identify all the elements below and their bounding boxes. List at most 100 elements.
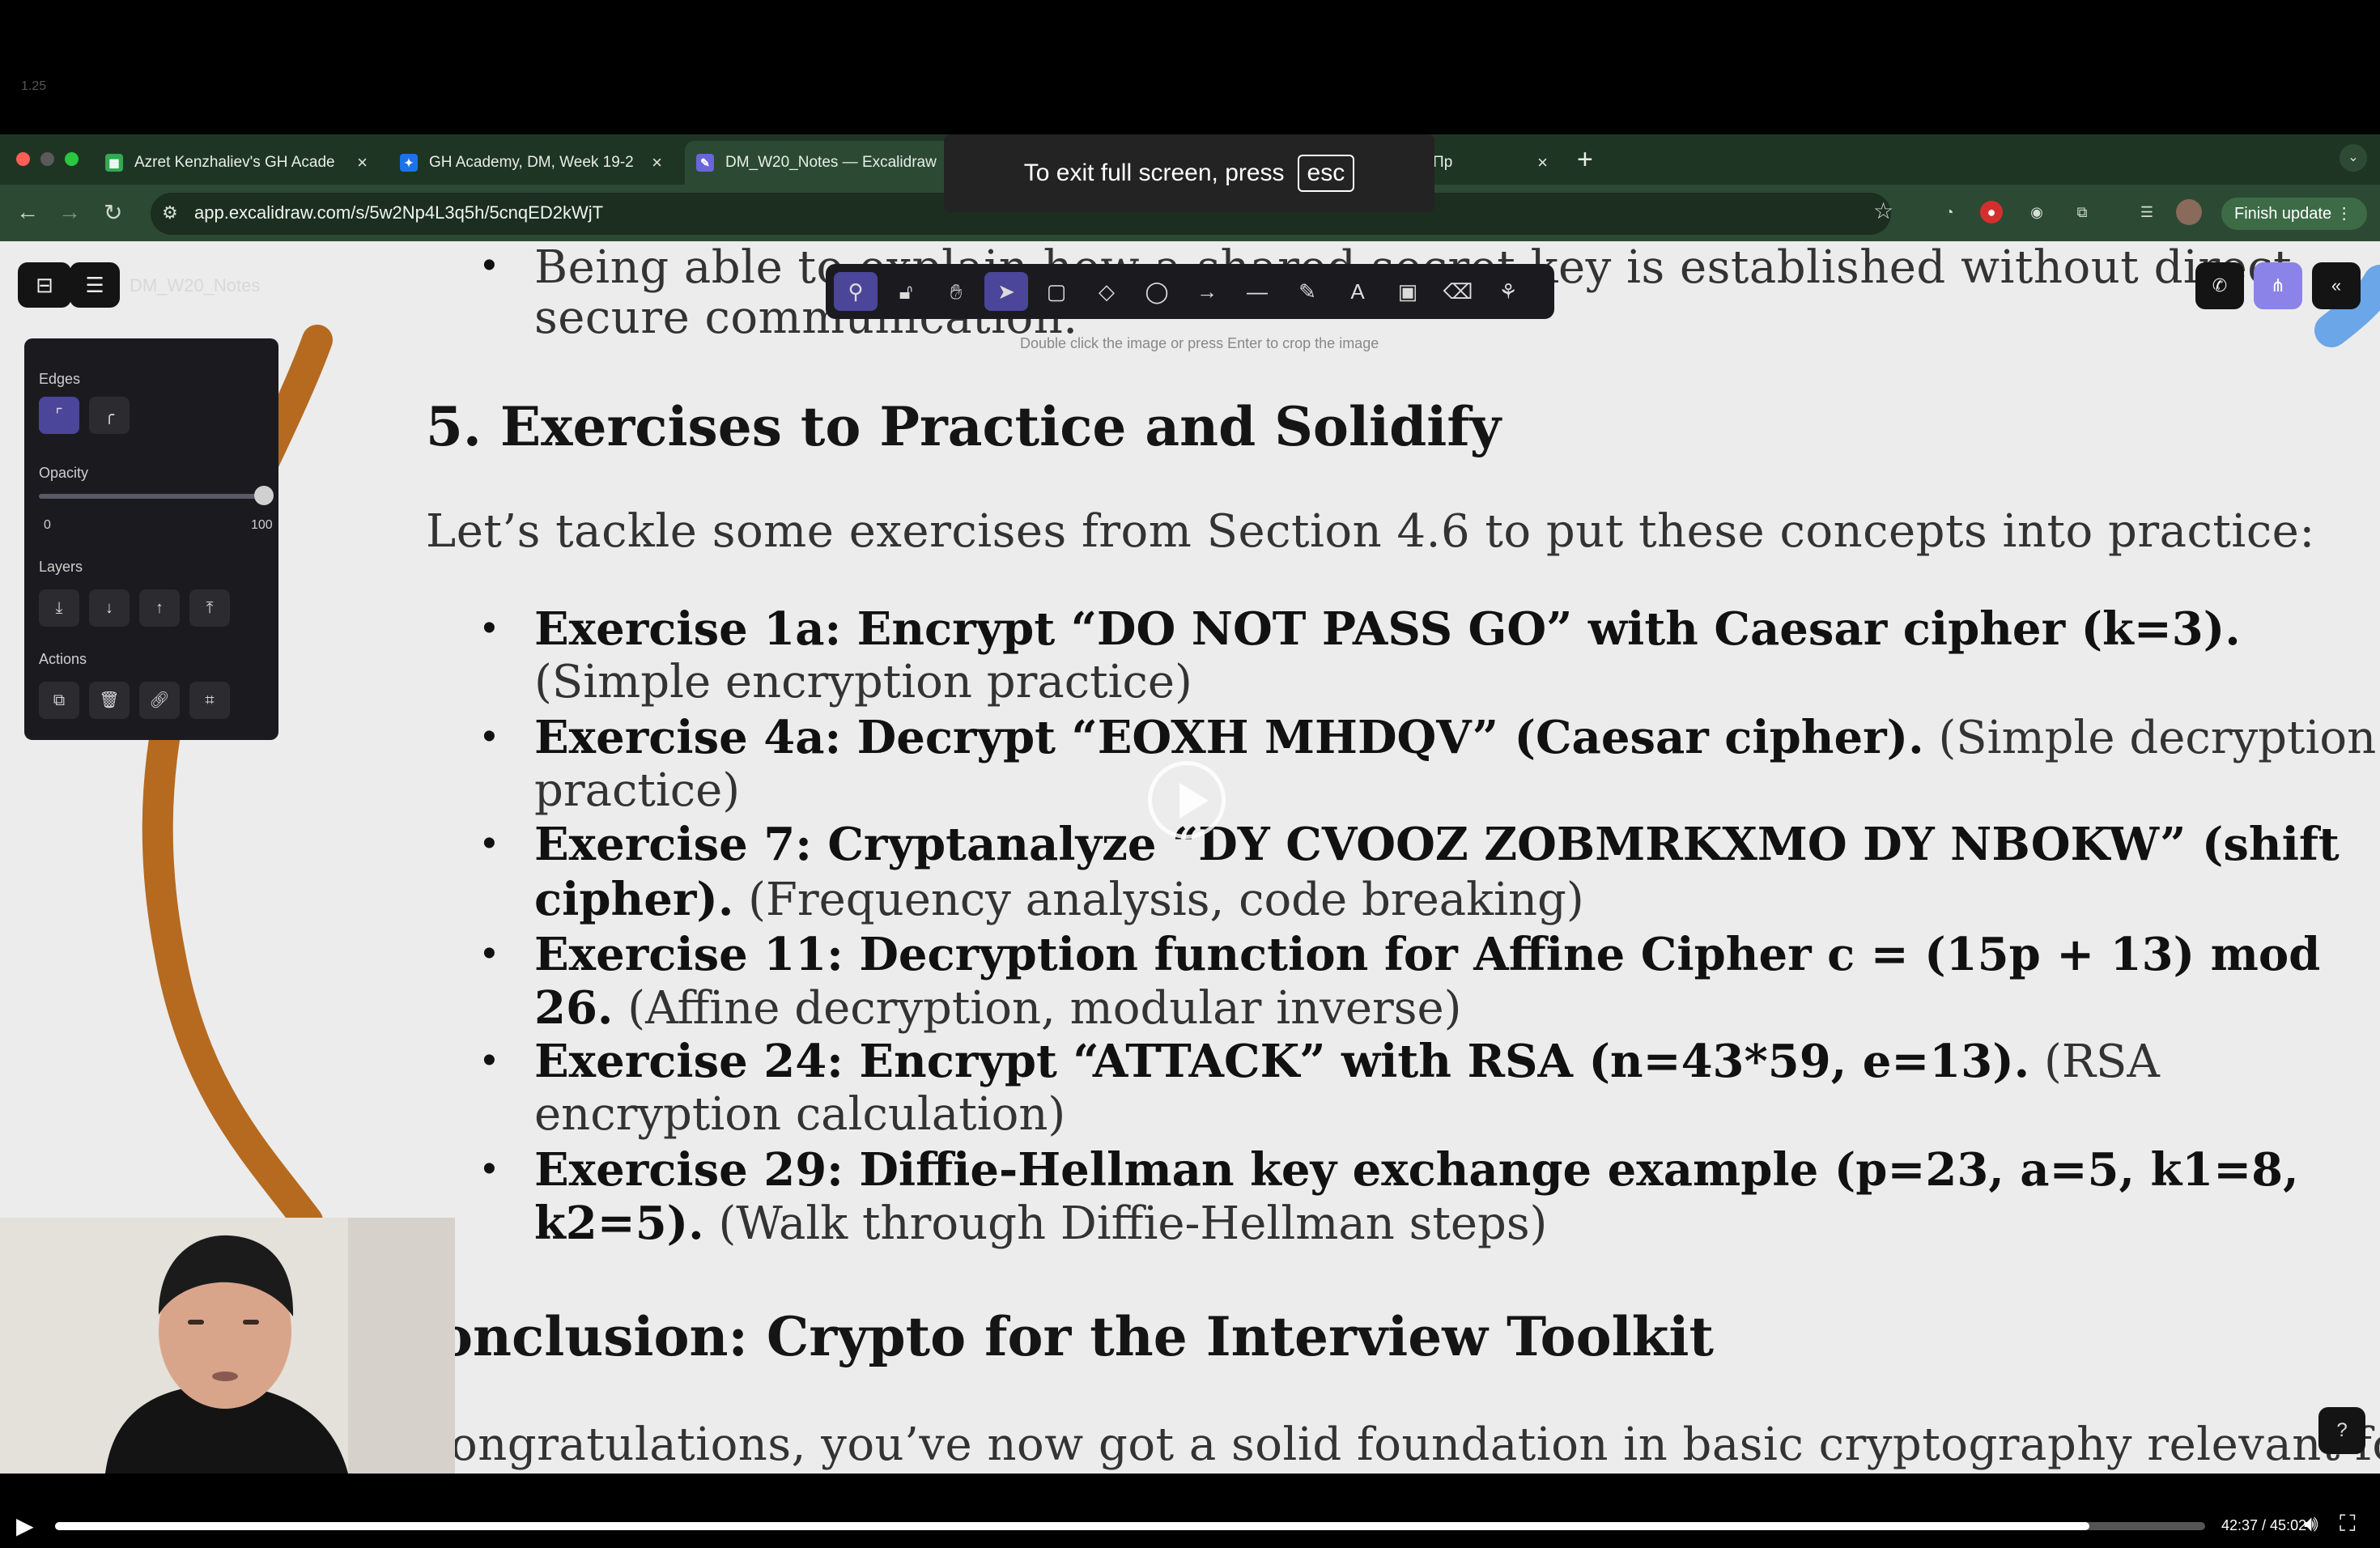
fullscreen-icon[interactable]: ⛶: [2340, 1511, 2356, 1537]
layers-label: Layers: [39, 559, 83, 575]
edges-label: Edges: [39, 371, 81, 387]
bullet: •: [482, 715, 496, 758]
extension-icon[interactable]: ◔: [1938, 201, 1961, 223]
bring-to-front-icon[interactable]: ⤒: [189, 589, 230, 627]
forward-icon[interactable]: →: [58, 199, 81, 225]
browser-tab-2[interactable]: ✎ DM_W20_Notes — Excalidraw: [685, 141, 952, 185]
bullet: •: [482, 822, 496, 865]
browser-tab-0[interactable]: ▦ Azret Kenzhaliev's GH Acade ×: [94, 141, 379, 185]
window-minimize-icon[interactable]: [40, 152, 54, 166]
exercise-note: cipher). (Frequency analysis, code break…: [534, 873, 1584, 926]
record-extension-icon[interactable]: ●: [1980, 201, 2003, 223]
playback-speed: 1.25: [21, 79, 47, 93]
window-close-icon[interactable]: [16, 152, 30, 166]
sharp-edges-icon[interactable]: ⌜: [39, 397, 79, 434]
rectangle-tool-icon[interactable]: ▢: [1035, 272, 1078, 311]
back-icon[interactable]: ←: [16, 199, 39, 225]
opacity-max: 100: [251, 518, 273, 532]
file-name[interactable]: DM_W20_Notes: [130, 275, 260, 296]
send-backward-icon[interactable]: ↓: [89, 589, 130, 627]
bookmark-star-icon[interactable]: ☆: [1873, 198, 1893, 224]
reading-list-icon[interactable]: ☰: [2136, 201, 2158, 223]
video-top-area: [0, 0, 2380, 134]
duplicate-icon[interactable]: ⧉: [39, 682, 79, 719]
exercise-note: (Simple encryption practice): [534, 656, 1192, 708]
volume-icon[interactable]: 🔊︎: [2304, 1511, 2318, 1537]
exercise-item: Exercise 11: Decryption function for Aff…: [534, 928, 2321, 981]
finish-update-button[interactable]: Finish update ⋮: [2221, 198, 2367, 230]
bullet: •: [482, 1147, 496, 1190]
progress-bar[interactable]: [55, 1522, 2205, 1530]
exercise-item: Exercise 4a: Decrypt “EOXH MHDQV” (Caesa…: [534, 711, 2377, 764]
round-edges-icon[interactable]: ╭: [89, 397, 130, 434]
video-controls: [0, 1474, 2380, 1548]
more-tools-icon[interactable]: ⚘: [1486, 272, 1530, 311]
window-zoom-icon[interactable]: [65, 152, 79, 166]
hand-tool-icon[interactable]: ✋︎: [934, 272, 978, 311]
new-tab-button[interactable]: +: [1577, 144, 1593, 176]
crop-hint: Double click the image or press Enter to…: [1020, 335, 1379, 351]
exercise-item: Exercise 24: Encrypt “ATTACK” with RSA (…: [534, 1035, 2160, 1088]
bullet: •: [482, 932, 496, 975]
link-icon[interactable]: 🔗︎: [139, 682, 180, 719]
butterfly-icon: ✦: [400, 154, 418, 172]
progress-fill: [55, 1522, 2089, 1530]
main-menu-icon[interactable]: ☰: [70, 262, 120, 308]
exercise-note: k2=5). (Walk through Diffie-Hellman step…: [534, 1197, 1548, 1250]
text-tool-icon[interactable]: A: [1336, 272, 1379, 311]
properties-panel: Edges ⌜ ╭ Opacity 0 100 Layers ⤓ ↓ ↑ ⤒ A…: [24, 338, 278, 740]
exercise-item: Exercise 29: Diffie-Hellman key exchange…: [534, 1143, 2299, 1197]
url-text[interactable]: app.excalidraw.com/s/5w2Np4L3q5h/5cnqED2…: [194, 202, 603, 223]
esc-key-badge: esc: [1297, 155, 1355, 192]
excalidraw-toolbar: ⚲ 🔓︎ ✋︎ ➤ ▢ ◇ ◯ → — ✎ A ▣ ⌫ ⚘: [826, 264, 1554, 319]
excalidraw-icon: ✎: [696, 154, 714, 172]
collapse-sidebar-icon[interactable]: «: [2312, 262, 2361, 309]
send-to-back-icon[interactable]: ⤓: [39, 589, 79, 627]
bullet: •: [482, 606, 496, 649]
crop-icon[interactable]: ⌗: [189, 682, 230, 719]
incognito-extension-icon[interactable]: ◉: [2025, 201, 2048, 223]
help-icon[interactable]: ?: [2318, 1407, 2365, 1454]
close-icon[interactable]: ×: [357, 152, 368, 173]
puzzle-icon[interactable]: ⧉: [2071, 201, 2093, 223]
draw-tool-icon[interactable]: ✎: [1286, 272, 1329, 311]
opacity-min: 0: [44, 518, 51, 532]
profile-avatar[interactable]: [2176, 199, 2202, 225]
exercise-note: 26. (Affine decryption, modular inverse): [534, 981, 1462, 1035]
keep-active-lock-icon[interactable]: 🔓︎: [884, 272, 928, 311]
sidebar-toggle-icon[interactable]: ⊟: [18, 262, 71, 308]
section-intro: Let’s tackle some exercises from Section…: [426, 505, 2315, 558]
call-icon[interactable]: ✆: [2195, 262, 2244, 309]
webcam-feed: [0, 1218, 455, 1474]
selection-tool-icon[interactable]: ➤: [984, 272, 1028, 311]
chevron-down-icon[interactable]: ⌄: [2340, 144, 2367, 172]
ellipse-tool-icon[interactable]: ◯: [1135, 272, 1179, 311]
arrow-tool-icon[interactable]: →: [1185, 272, 1229, 311]
play-overlay-icon[interactable]: [1148, 761, 1226, 839]
close-icon[interactable]: ×: [1537, 152, 1548, 173]
lock-tool-icon[interactable]: ⚲: [834, 272, 878, 311]
delete-icon[interactable]: 🗑︎: [89, 682, 130, 719]
presenter-image: [0, 1218, 455, 1474]
exercise-note: practice): [534, 764, 741, 817]
opacity-slider-handle[interactable]: [254, 486, 274, 505]
browser-tab-1[interactable]: ✦ GH Academy, DM, Week 19-2 ×: [389, 141, 674, 185]
site-info-icon[interactable]: ⚙: [162, 202, 178, 223]
bullet: •: [482, 1039, 496, 1082]
exercise-item: Exercise 1a: Encrypt “DO NOT PASS GO” wi…: [534, 602, 2241, 656]
bullet: •: [482, 244, 496, 287]
close-icon[interactable]: ×: [652, 152, 662, 173]
play-icon[interactable]: ▶: [16, 1512, 34, 1539]
section-heading: 5. Exercises to Practice and Solidify: [426, 395, 1502, 458]
line-tool-icon[interactable]: —: [1235, 272, 1279, 311]
bring-forward-icon[interactable]: ↑: [139, 589, 180, 627]
image-tool-icon[interactable]: ▣: [1386, 272, 1430, 311]
eraser-tool-icon[interactable]: ⌫: [1436, 272, 1480, 311]
conclusion-heading: onclusion: Crypto for the Interview Tool…: [437, 1305, 1714, 1368]
reload-icon[interactable]: ↻: [104, 199, 122, 226]
opacity-slider[interactable]: [39, 494, 274, 499]
sheets-icon: ▦: [105, 154, 123, 172]
diamond-tool-icon[interactable]: ◇: [1085, 272, 1128, 311]
share-icon[interactable]: ⋔: [2254, 262, 2302, 309]
fullscreen-notice: To exit full screen, press esc: [944, 134, 1434, 212]
